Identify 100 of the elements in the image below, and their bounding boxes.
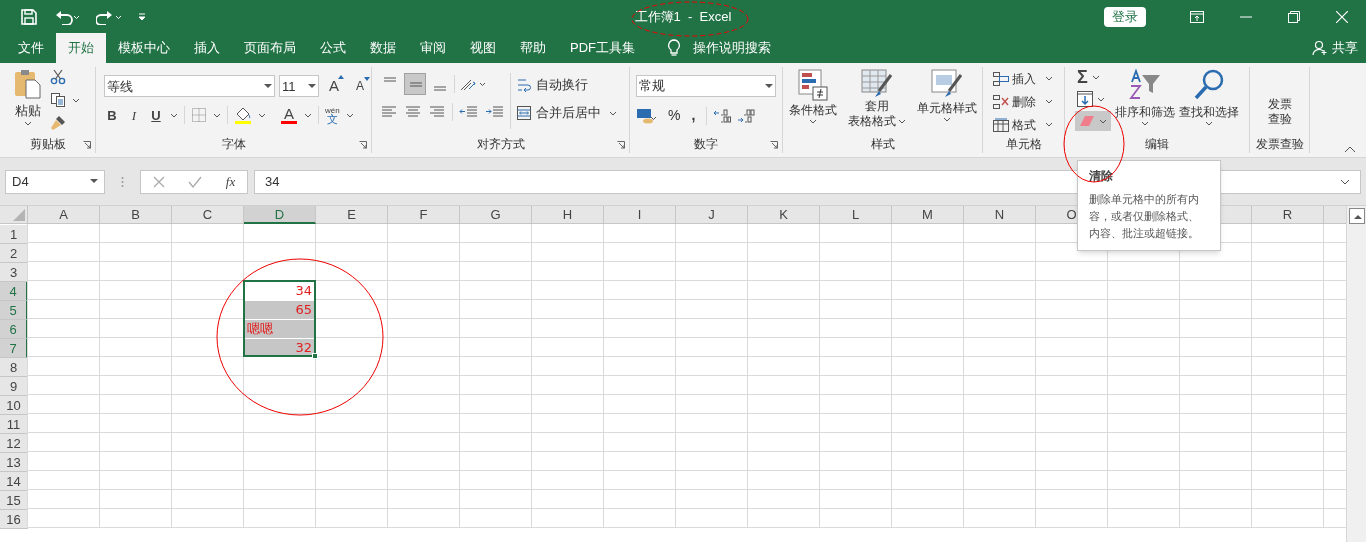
column-header[interactable]: K <box>748 206 820 224</box>
column-header[interactable]: R <box>1252 206 1324 224</box>
caret-icon[interactable] <box>304 112 312 118</box>
underline-button[interactable]: U <box>148 105 164 125</box>
increase-decimal-icon[interactable] <box>713 107 732 124</box>
font-size-dropdown[interactable]: 11 <box>279 75 319 98</box>
column-header[interactable]: D <box>244 206 316 224</box>
column-header[interactable]: I <box>604 206 676 224</box>
column-header[interactable]: E <box>316 206 388 224</box>
ribbon-display-icon[interactable] <box>1190 10 1204 23</box>
minimize-icon[interactable] <box>1240 15 1252 18</box>
row-header[interactable]: 13 <box>0 453 28 472</box>
shrink-font-button[interactable]: A <box>349 77 371 96</box>
dialog-launcher-icon[interactable] <box>83 141 91 149</box>
conditional-formatting-button[interactable]: 条件格式 <box>788 69 837 135</box>
row-header[interactable]: 5 <box>0 301 28 320</box>
find-select-button[interactable]: 查找和选择 <box>1179 67 1239 135</box>
bold-button[interactable]: B <box>104 105 120 125</box>
close-icon[interactable] <box>1336 10 1348 23</box>
row-header[interactable]: 7 <box>0 339 28 358</box>
column-header[interactable]: G <box>460 206 532 224</box>
collapse-ribbon-icon[interactable] <box>1344 146 1356 153</box>
ribbon-tab[interactable]: 公式 <box>308 33 358 63</box>
format-as-table-button[interactable]: 套用 表格格式 <box>847 69 906 135</box>
phonetic-button[interactable]: wén 文 <box>325 106 340 125</box>
dialog-launcher-icon[interactable] <box>770 141 778 149</box>
scroll-up-icon[interactable] <box>1348 208 1365 224</box>
column-header[interactable]: F <box>388 206 460 224</box>
ribbon-tab[interactable]: 模板中心 <box>106 33 182 63</box>
copy-button[interactable] <box>50 92 80 108</box>
format-painter-icon[interactable] <box>50 115 66 131</box>
column-header[interactable]: M <box>892 206 964 224</box>
column-header[interactable]: L <box>820 206 892 224</box>
row-header[interactable]: 2 <box>0 244 28 263</box>
row-header[interactable]: 15 <box>0 491 28 510</box>
row-header[interactable]: 10 <box>0 396 28 415</box>
dialog-launcher-icon[interactable] <box>617 141 625 149</box>
ribbon-tab[interactable]: 插入 <box>182 33 232 63</box>
percent-button[interactable]: % <box>668 105 681 126</box>
decrease-decimal-icon[interactable] <box>737 107 756 124</box>
column-header[interactable]: H <box>532 206 604 224</box>
ribbon-tab[interactable]: 文件 <box>6 33 56 63</box>
ribbon-tab[interactable]: 开始 <box>56 33 106 63</box>
column-header[interactable]: N <box>964 206 1036 224</box>
tell-me-search[interactable]: 操作说明搜索 <box>693 33 771 63</box>
caret-icon[interactable] <box>345 112 354 118</box>
font-color-button[interactable]: A <box>280 106 298 125</box>
comma-style-button[interactable]: , <box>686 105 701 126</box>
paste-button[interactable]: 粘贴 <box>12 67 44 135</box>
name-box[interactable]: D4 <box>5 169 105 194</box>
expand-icon[interactable] <box>1340 178 1350 185</box>
caret-icon[interactable] <box>170 112 178 118</box>
currency-icon[interactable] <box>636 106 656 125</box>
invoice-check-button[interactable]: 发票 查验 <box>1267 97 1292 135</box>
undo-icon[interactable] <box>54 8 80 25</box>
caret-icon[interactable] <box>258 112 266 118</box>
row-header[interactable]: 8 <box>0 358 28 377</box>
insert-button[interactable]: 插入 <box>993 69 1064 88</box>
sort-filter-button[interactable]: 排序和筛选 <box>1115 67 1175 135</box>
insert-function-button[interactable]: fx <box>225 171 236 192</box>
row-header[interactable]: 16 <box>0 510 28 529</box>
row-header[interactable]: 6 <box>0 320 28 339</box>
row-header[interactable]: 4 <box>0 282 28 301</box>
row-header[interactable]: 14 <box>0 472 28 491</box>
number-format-dropdown[interactable]: 常规 <box>636 75 776 97</box>
caret-icon[interactable] <box>213 112 221 118</box>
save-icon[interactable] <box>20 7 38 26</box>
column-header[interactable]: C <box>172 206 244 224</box>
lightbulb-icon[interactable] <box>667 39 681 57</box>
wrap-text-button[interactable]: 自动换行 <box>516 75 617 95</box>
ribbon-tab[interactable]: 页面布局 <box>232 33 308 63</box>
ribbon-tab[interactable]: 视图 <box>458 33 508 63</box>
row-header[interactable]: 9 <box>0 377 28 396</box>
restore-icon[interactable] <box>1288 10 1300 23</box>
ribbon-tab[interactable]: PDF工具集 <box>558 33 647 63</box>
font-name-dropdown[interactable]: 等线 <box>104 75 275 98</box>
autosum-button[interactable]: Σ <box>1075 67 1111 87</box>
column-header[interactable]: B <box>100 206 172 224</box>
share-button[interactable]: 共享 <box>1312 33 1358 63</box>
merge-center-button[interactable]: 合并后居中 <box>516 103 617 123</box>
sign-in-button[interactable]: 登录 <box>1104 6 1146 27</box>
drag-handle-icon[interactable] <box>121 175 124 188</box>
row-header[interactable]: 1 <box>0 225 28 244</box>
dialog-launcher-icon[interactable] <box>359 141 367 149</box>
ribbon-tab[interactable]: 审阅 <box>408 33 458 63</box>
format-button[interactable]: 格式 <box>993 115 1064 134</box>
column-header[interactable]: A <box>28 206 100 224</box>
row-header[interactable]: 12 <box>0 434 28 453</box>
ribbon-tab[interactable]: 帮助 <box>508 33 558 63</box>
column-header[interactable]: J <box>676 206 748 224</box>
ribbon-tab[interactable]: 数据 <box>358 33 408 63</box>
grow-font-button[interactable]: A <box>323 75 345 98</box>
redo-icon[interactable] <box>96 8 122 25</box>
delete-button[interactable]: 删除 <box>993 92 1064 111</box>
cell-styles-button[interactable]: 单元格样式 <box>916 69 977 135</box>
italic-button[interactable]: I <box>126 105 142 125</box>
fill-handle[interactable] <box>312 353 318 359</box>
fill-color-icon[interactable] <box>234 106 252 125</box>
row-header[interactable]: 11 <box>0 415 28 434</box>
customize-icon[interactable] <box>138 12 146 21</box>
